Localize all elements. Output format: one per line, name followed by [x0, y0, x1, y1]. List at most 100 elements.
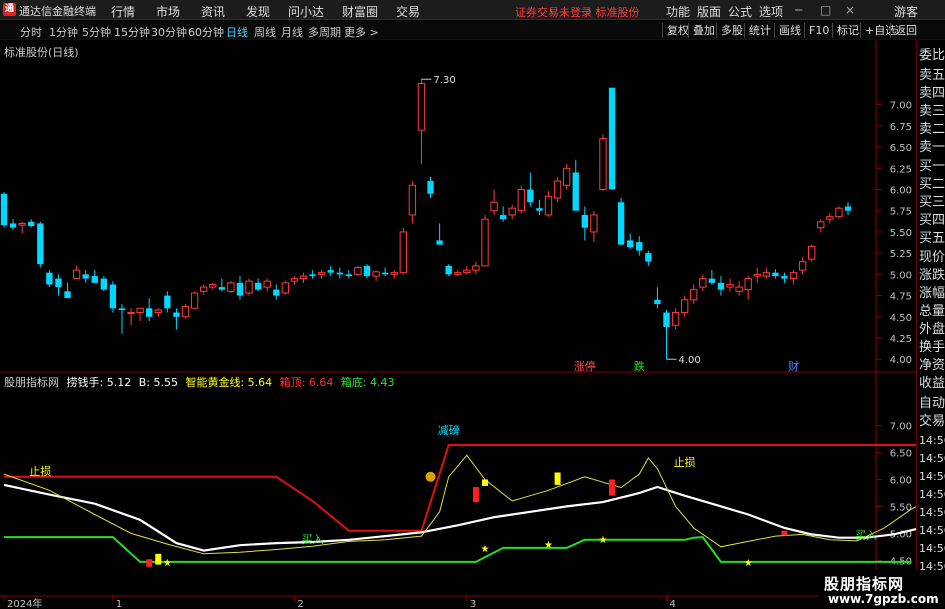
side-auto[interactable]: 自动	[919, 392, 945, 411]
candle-body	[544, 195, 553, 216]
y-tick-label: 5.25	[890, 249, 912, 260]
menu-function[interactable]: 功能	[666, 3, 690, 20]
candle-body	[390, 272, 398, 275]
candle-body	[436, 240, 443, 245]
indicator-header: 股朋指标网 捞钱手: 5.12 B: 5.55 智能黄金线: 5.64 箱顶: …	[4, 374, 395, 390]
back-button[interactable]: 返回	[890, 23, 917, 38]
candle-body	[181, 306, 190, 318]
indicator-value-lqs: 捞钱手: 5.12	[66, 376, 132, 389]
close-icon[interactable]: ×	[845, 3, 855, 17]
candle-body	[826, 216, 834, 220]
period-60min[interactable]: 60分钟	[188, 24, 224, 40]
side-turnover: 换手	[919, 340, 945, 355]
candle-body	[772, 272, 779, 277]
side-sell3: 卖三	[919, 104, 945, 119]
y-tick-label: 5.50	[890, 502, 912, 513]
minimize-icon[interactable]: ─	[795, 3, 802, 17]
candle-body	[317, 272, 326, 275]
candle-body	[72, 269, 81, 280]
side-time: 14:56	[919, 470, 945, 483]
y-tick-label: 5.50	[890, 228, 912, 239]
candle-body	[109, 284, 117, 309]
candle-body	[490, 201, 498, 212]
period-weekly[interactable]: 周线	[254, 24, 276, 40]
signal-star: ★	[544, 540, 553, 551]
f10-button[interactable]: F10	[804, 23, 829, 38]
period-daily[interactable]: 日线	[226, 24, 248, 40]
candle-body	[146, 308, 153, 317]
maximize-icon[interactable]: □	[820, 3, 831, 17]
candle-body	[735, 286, 743, 292]
period-1min[interactable]: 1分钟	[49, 24, 78, 40]
candle-body	[472, 265, 480, 271]
candle-body	[581, 214, 588, 228]
candle-body	[9, 223, 17, 228]
candle-body	[399, 231, 407, 274]
period-5min[interactable]: 5分钟	[82, 24, 111, 40]
menu-formula[interactable]: 公式	[728, 3, 752, 20]
guest-label[interactable]: 游客	[894, 3, 918, 20]
candle-body	[562, 167, 571, 186]
y-tick-label: 4.75	[890, 292, 912, 303]
overlay-button[interactable]: 叠加	[688, 23, 715, 38]
y-tick-label: 7.00	[890, 101, 912, 112]
event-tag: 跌	[634, 359, 645, 373]
candle-body	[227, 282, 235, 292]
candle-body	[190, 292, 199, 309]
candle-body	[417, 82, 426, 131]
side-sell4: 卖四	[919, 86, 945, 101]
side-buy4: 买四	[919, 213, 945, 228]
candle-body	[299, 275, 308, 280]
menu-options[interactable]: 选项	[759, 3, 783, 20]
period-timeshare[interactable]: 分时	[20, 24, 42, 40]
login-status[interactable]: 证券交易未登录 标准股份	[515, 4, 640, 20]
signal-bar	[481, 479, 488, 486]
period-15min[interactable]: 15分钟	[114, 24, 150, 40]
statistics-button[interactable]: 统计	[744, 23, 771, 38]
menu-layout[interactable]: 版面	[697, 3, 721, 20]
menu-wealth[interactable]: 财富圈	[342, 3, 378, 20]
candle-body	[173, 312, 180, 317]
candle-body	[508, 207, 516, 216]
candle-body	[354, 267, 362, 275]
menu-discover[interactable]: 发现	[246, 3, 270, 20]
side-weibi[interactable]: 委比	[919, 44, 945, 63]
candle-body	[28, 221, 35, 226]
menu-news[interactable]: 资讯	[201, 3, 225, 20]
menu-quotes[interactable]: 行情	[111, 3, 135, 20]
candle-body	[309, 274, 316, 277]
candle-body	[100, 278, 108, 290]
multi-stock-button[interactable]: 多股	[716, 23, 743, 38]
draw-line-button[interactable]: 画线	[774, 23, 801, 38]
period-monthly[interactable]: 月线	[281, 24, 303, 40]
side-trade[interactable]: 交易	[919, 410, 945, 429]
signal-text: 买入	[855, 529, 877, 542]
candle-body	[536, 208, 543, 211]
period-multi[interactable]: 多周期	[308, 24, 341, 40]
signal-bar	[781, 530, 788, 536]
candle-body	[64, 291, 71, 299]
signal-bar	[146, 559, 153, 567]
period-30min[interactable]: 30分钟	[151, 24, 187, 40]
candle-body	[55, 278, 62, 288]
candle-body	[281, 282, 290, 294]
y-tick-label: 5.75	[890, 207, 912, 218]
menu-trade[interactable]: 交易	[396, 3, 420, 20]
period-more[interactable]: 更多 >	[344, 24, 379, 40]
kline-chart[interactable]: 7.00 6.75 6.50 6.25 6.00 5.75 5.50 5.25 5.00 4.75…	[0, 40, 916, 609]
signal-text: 减磅	[438, 423, 460, 437]
side-time: 14:56	[919, 506, 945, 519]
candle-body	[680, 299, 689, 314]
mark-button[interactable]: 标记	[832, 23, 859, 38]
main-chart-title: 标准股份(日线)	[4, 46, 79, 59]
side-time: 14:56	[919, 434, 945, 447]
menu-ask[interactable]: 问小达	[288, 3, 324, 20]
x-tick-label: 2024年	[7, 597, 42, 609]
restore-rights-button[interactable]: 复权	[662, 23, 689, 38]
indicator-value-b: B: 5.55	[138, 376, 178, 389]
y-tick-label: 6.75	[890, 122, 912, 133]
x-tick-label: 3	[470, 599, 476, 609]
menu-market[interactable]: 市场	[156, 3, 180, 20]
indicator-name: 股朋指标网	[4, 376, 59, 389]
candle-body	[91, 276, 98, 283]
